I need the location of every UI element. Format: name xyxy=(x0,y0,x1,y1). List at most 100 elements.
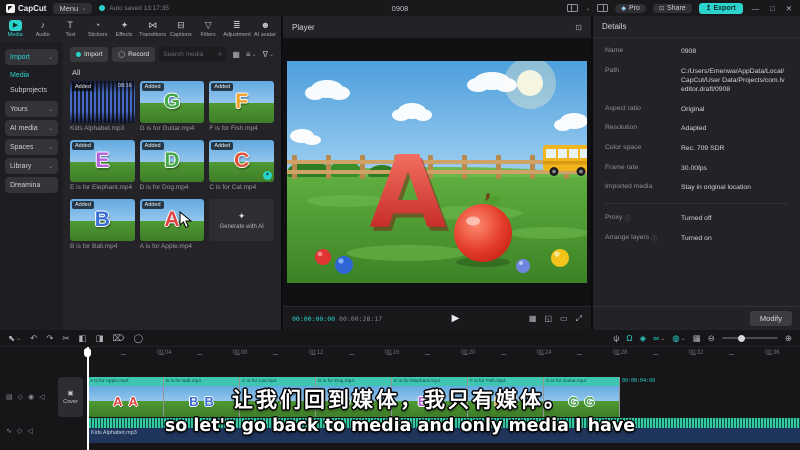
ruler-time-label: 00:20 xyxy=(460,350,476,356)
zoom-out-icon[interactable]: ⊖ xyxy=(708,333,715,344)
import-button[interactable]: Import xyxy=(70,47,109,62)
preview-axis-icon[interactable]: ◍ ⌄ xyxy=(672,333,685,344)
fullscreen-icon[interactable]: ⤢ xyxy=(576,314,582,324)
details-row: Path C:/Users/Emenwa/AppData/Local/CapCut… xyxy=(605,66,785,94)
sidebar-item-dreamina[interactable]: Dreamina xyxy=(5,177,58,193)
sidebar-item-import[interactable]: Import ⌄ xyxy=(5,49,58,65)
share-button[interactable]: ⊡ Share xyxy=(652,3,692,13)
tab-filters[interactable]: ▽ Filters xyxy=(195,20,222,38)
tab-effects[interactable]: ✦ Effects xyxy=(111,20,138,38)
media-item-b-is-for-ball-mp4[interactable]: Added B B is for Ball.mp4 xyxy=(70,199,135,250)
minimize-button[interactable]: — xyxy=(750,4,762,13)
chevron-down-icon: ⌄ xyxy=(47,54,53,61)
details-panel: Details Name 0908 Path C:/Users/Emenwa/AppD… xyxy=(593,16,800,330)
media-item-label: C is for Cat.mp4 xyxy=(209,184,257,191)
ruler-time-label: 00:08 xyxy=(232,350,248,356)
zoom-slider-knob[interactable] xyxy=(737,334,745,342)
added-badge: Added xyxy=(141,142,164,150)
ruler-time-label: 00:36 xyxy=(764,350,780,356)
record-icon: ◯ xyxy=(118,52,126,58)
details-row: Frame rate 30.00fps xyxy=(605,163,708,172)
tab-ai-avatar[interactable]: ☻ AI avatar xyxy=(252,20,279,38)
redo-icon[interactable]: ↷ xyxy=(46,333,53,344)
record-button[interactable]: ◯ Record xyxy=(112,47,156,62)
play-button[interactable]: ▶ xyxy=(386,313,525,324)
filter-icon[interactable]: ∇ ⌄ xyxy=(263,50,274,59)
generate-with-ai-button[interactable]: ✦ Generate with AI xyxy=(209,199,274,250)
pro-diamond-icon: ◆ xyxy=(621,5,627,12)
grid-view-icon[interactable]: ▦ xyxy=(232,50,240,59)
media-item-e-is-for-elephant-mp4[interactable]: Added E E is for Elephant.mp4 xyxy=(70,140,135,191)
media-item-f-is-for-fish-mp4[interactable]: Added F F is for Fish.mp4 xyxy=(209,81,274,132)
sidebar-item-spaces[interactable]: Spaces ⌄ xyxy=(5,139,58,155)
delete-icon[interactable]: ⌦ xyxy=(113,333,125,344)
media-item-label: Kids Alphabet.mp3 xyxy=(70,125,125,132)
filter-all-label[interactable]: All xyxy=(63,65,281,79)
tab-text[interactable]: T Text xyxy=(56,20,83,38)
tab-media[interactable]: ▶ Media xyxy=(2,20,29,38)
ratio-icon[interactable]: ▭ xyxy=(560,314,568,324)
maximize-button[interactable]: □ xyxy=(768,4,777,13)
playhead-handle[interactable] xyxy=(84,348,91,357)
modify-button[interactable]: Modify xyxy=(749,311,792,326)
layout-right-icon[interactable] xyxy=(597,4,609,12)
tab-adjustment[interactable]: ≣ Adjustment xyxy=(222,20,252,38)
added-badge: Added xyxy=(141,83,164,91)
details-row: Resolution Adapted xyxy=(605,124,707,133)
current-time: 00:00:00:00 xyxy=(292,314,336,323)
timeline-zoom-slider[interactable] xyxy=(721,334,778,342)
sidebar-item-library[interactable]: Library ⌄ xyxy=(5,158,58,174)
media-item-c-is-for-cat-mp4[interactable]: Added C ✦ C is for Cat.mp4 xyxy=(209,140,274,191)
chevron-down-icon[interactable]: ⌄ xyxy=(585,5,590,12)
scene-letter-a: A xyxy=(369,134,446,251)
link-clips-icon[interactable]: ∞ ⌄ xyxy=(653,333,665,343)
record-icon[interactable]: ◯ xyxy=(134,333,144,344)
media-item-g-is-for-guitar-mp4[interactable]: Added G G is for Guitar.mp4 xyxy=(139,81,205,132)
ruler-time-label: 00:16 xyxy=(384,350,400,356)
media-item-d-is-for-dog-mp4[interactable]: Added D D is for Dog.mp4 xyxy=(139,140,205,191)
export-button[interactable]: ↥ Export xyxy=(698,2,743,14)
video-preview[interactable]: A A xyxy=(283,38,591,306)
menu-button[interactable]: Menu ⌄ xyxy=(53,2,93,14)
search-input[interactable] xyxy=(163,51,219,58)
tab-transitions[interactable]: ⋈ Transitions xyxy=(138,20,167,38)
tab-audio[interactable]: ♪ Audio xyxy=(29,20,56,38)
search-box[interactable]: ⌕ xyxy=(159,47,227,62)
delete-left-icon[interactable]: ◧ xyxy=(79,333,87,344)
close-button[interactable]: ✕ xyxy=(784,4,794,13)
tab-captions[interactable]: ⊟ Captions xyxy=(167,20,194,38)
layout-left-icon[interactable] xyxy=(567,4,579,12)
media-item-a-is-for-apple-mp4[interactable]: Added A A is for Apple.mp4 xyxy=(139,199,205,250)
effects-icon: ✦ xyxy=(120,20,129,30)
auto-snap-icon[interactable]: ◈ xyxy=(640,333,647,344)
subtitle-chinese: 让我们回到媒体，我只有媒体。 xyxy=(232,388,568,412)
sidebar-item-ai-media[interactable]: AI media ⌄ xyxy=(5,120,58,136)
preview-quality-icon[interactable]: ▦ xyxy=(529,314,537,324)
app-logo: CapCut xyxy=(6,3,46,13)
tab-stickers[interactable]: ◔ Stickers xyxy=(84,20,111,38)
video-frame: A A xyxy=(287,61,587,283)
media-item-label: G is for Guitar.mp4 xyxy=(139,125,195,132)
media-item-kids-alphabet-mp3[interactable]: Added 08:16 Kids Alphabet.mp3 xyxy=(70,81,135,132)
voiceover-mic-icon[interactable]: ψ xyxy=(613,333,619,343)
magnet-icon[interactable]: Ω xyxy=(626,333,632,343)
timeline-ruler[interactable]: 00:04 00:08 00:12 00:16 00:20 00:24 00:28 00:32… xyxy=(0,347,800,361)
select-tool-icon[interactable]: ⬉ ⌄ xyxy=(8,333,21,344)
frame-preview-icon[interactable]: ▦ xyxy=(693,333,701,344)
added-badge: Added xyxy=(72,201,94,209)
delete-right-icon[interactable]: ◨ xyxy=(96,333,104,344)
undo-icon[interactable]: ↶ xyxy=(30,333,37,344)
chevron-down-icon: ⌄ xyxy=(16,335,22,342)
detach-player-icon[interactable]: ⊡ xyxy=(575,23,582,32)
sort-icon[interactable]: ≡ ⌄ xyxy=(246,50,257,59)
ai-enhance-icon[interactable]: ✦ xyxy=(262,171,272,180)
split-icon[interactable]: ✂ xyxy=(62,333,69,344)
sidebar-item-yours[interactable]: Yours ⌄ xyxy=(5,101,58,117)
zoom-in-icon[interactable]: ⊕ xyxy=(785,333,792,344)
added-badge: Added xyxy=(72,142,94,150)
sidebar-item-media[interactable]: Media xyxy=(0,68,63,83)
chevron-down-icon: ⌄ xyxy=(268,52,274,58)
sidebar-item-subprojects[interactable]: Subprojects xyxy=(0,83,63,98)
mirror-preview-icon[interactable]: ◱ xyxy=(544,314,552,324)
pro-button[interactable]: ◆ Pro xyxy=(615,3,646,13)
